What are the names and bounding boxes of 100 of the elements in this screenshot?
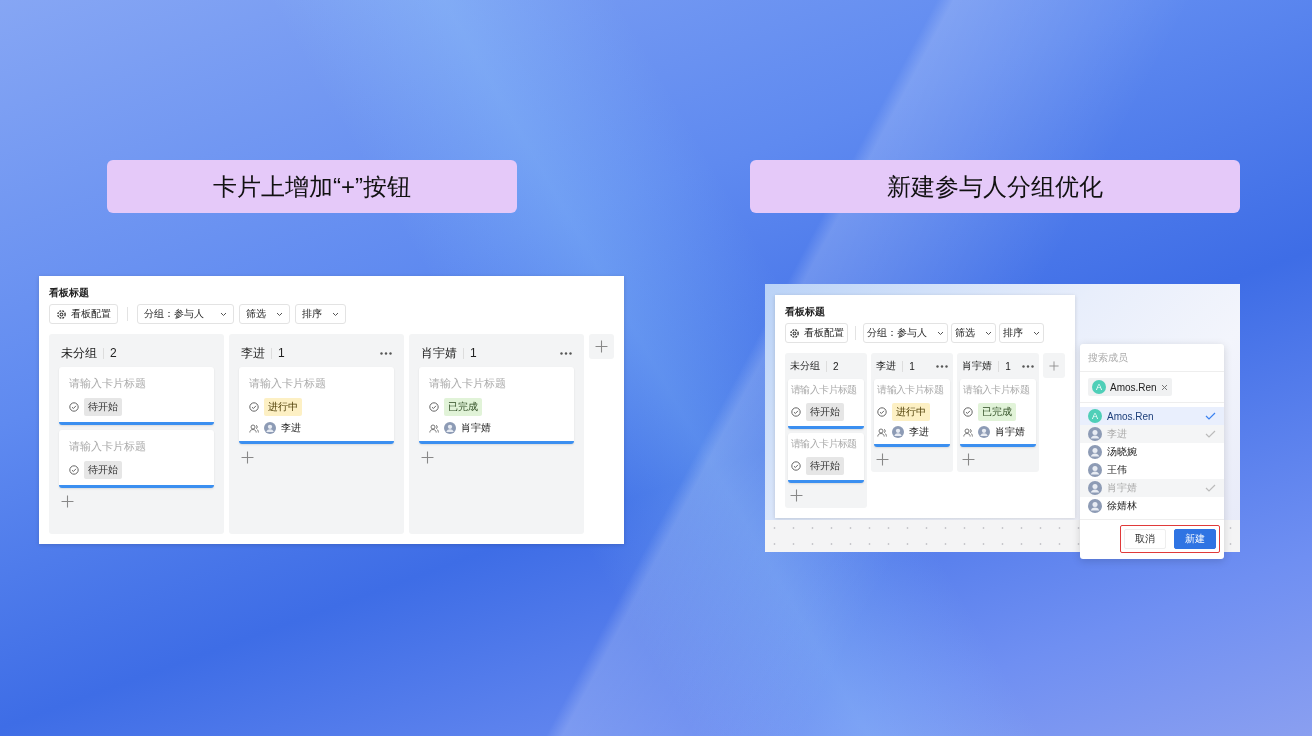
column-count: 2 [833, 360, 839, 372]
avatar-icon [444, 422, 456, 434]
gear-icon [56, 308, 67, 320]
member-name: 肖宇婧 [1107, 481, 1137, 495]
add-column-button[interactable] [589, 334, 614, 359]
sort-select[interactable]: 排序 [295, 304, 346, 324]
avatar-icon [892, 426, 905, 438]
card-title-field[interactable]: 请输入卡片标题 [249, 377, 384, 389]
plus-icon [876, 453, 890, 466]
avatar-icon [1088, 481, 1102, 495]
board-title: 看板标题 [49, 286, 90, 300]
slide-heading: 卡片上增加“+”按钮 [107, 160, 517, 213]
avatar-icon [1088, 463, 1102, 477]
group-select[interactable]: 分组：参与人 [137, 304, 234, 324]
caret-icon [1033, 330, 1040, 336]
member-row[interactable]: 王伟 [1080, 461, 1224, 479]
task-card[interactable]: 请输入卡片标题 已完成 肖宇婧 [960, 379, 1037, 447]
column-title: 李进 [241, 344, 265, 362]
card-title-field[interactable]: 请输入卡片标题 [69, 377, 204, 389]
card-title-field[interactable]: 请输入卡片标题 [791, 384, 862, 395]
status-circle-icon [69, 402, 79, 412]
task-card[interactable]: 请输入卡片标题 待开始 [788, 379, 865, 429]
more-icon[interactable] [560, 351, 572, 355]
create-button[interactable]: 新建 [1174, 529, 1216, 549]
status-circle-icon [963, 407, 974, 417]
caret-icon [276, 311, 283, 317]
member-name: 汤晓婉 [1107, 445, 1137, 459]
status-circle-icon [877, 407, 888, 417]
card-title-field[interactable]: 请输入卡片标题 [69, 440, 204, 452]
more-icon[interactable] [1022, 364, 1035, 368]
people-icon [963, 427, 974, 437]
avatar-letter: A [1088, 409, 1102, 423]
assignee-name: 肖宇婧 [461, 421, 491, 435]
avatar-icon [1088, 499, 1102, 513]
column-count: 1 [278, 346, 285, 360]
member-search-field[interactable]: 搜索成员 [1080, 344, 1224, 372]
member-row[interactable]: 汤晓婉 [1080, 443, 1224, 461]
close-icon[interactable] [1160, 383, 1168, 391]
add-card-button[interactable] [788, 487, 805, 504]
column-title: 未分组 [61, 344, 97, 362]
task-card[interactable]: 请输入卡片标题 已完成 肖宇婧 [419, 367, 574, 444]
column-title: 李进 [876, 359, 897, 373]
member-row[interactable]: 徐婧林 [1080, 497, 1224, 515]
filter-select[interactable]: 筛选 [239, 304, 290, 324]
card-title-field[interactable]: 请输入卡片标题 [877, 384, 948, 395]
assignee-name: 李进 [909, 425, 930, 439]
avatar-letter: A [1092, 380, 1106, 394]
group-select[interactable]: 分组：参与人 [863, 323, 948, 343]
caret-icon [937, 330, 944, 336]
status-circle-icon [791, 461, 801, 471]
more-icon[interactable] [936, 364, 949, 368]
column-count: 1 [470, 346, 477, 360]
caret-icon [332, 311, 339, 317]
column-count: 1 [909, 360, 915, 372]
add-card-button[interactable] [239, 449, 256, 466]
plus-icon [241, 451, 254, 464]
member-row[interactable]: A Amos.Ren [1080, 407, 1224, 425]
status-tag: 已完成 [978, 403, 1017, 421]
member-name: 王伟 [1107, 463, 1127, 477]
card-title-field[interactable]: 请输入卡片标题 [429, 377, 564, 389]
add-card-button[interactable] [419, 449, 436, 466]
add-card-button[interactable] [59, 493, 76, 510]
board-title: 看板标题 [785, 305, 826, 319]
status-tag: 待开始 [806, 457, 844, 475]
caret-icon [220, 311, 227, 317]
status-tag: 已完成 [444, 398, 482, 416]
task-card[interactable]: 请输入卡片标题 待开始 [788, 433, 865, 483]
card-title-field[interactable]: 请输入卡片标题 [791, 438, 862, 449]
status-circle-icon [429, 402, 439, 412]
plus-icon [421, 451, 434, 464]
board-settings-button[interactable]: 看板配置 [49, 304, 118, 324]
plus-icon [1049, 360, 1060, 371]
task-card[interactable]: 请输入卡片标题 进行中 李进 [239, 367, 394, 444]
column-title: 肖宇婧 [962, 359, 993, 373]
people-icon [429, 423, 439, 433]
board-settings-button[interactable]: 看板配置 [785, 323, 848, 343]
column-title: 肖宇婧 [421, 344, 457, 362]
status-tag: 进行中 [264, 398, 302, 416]
card-title-field[interactable]: 请输入卡片标题 [963, 384, 1034, 395]
status-tag: 待开始 [806, 403, 844, 421]
filter-select[interactable]: 筛选 [951, 323, 996, 343]
status-circle-icon [791, 407, 801, 417]
sort-select[interactable]: 排序 [999, 323, 1044, 343]
avatar-icon [264, 422, 276, 434]
more-icon[interactable] [380, 351, 392, 355]
cancel-button[interactable]: 取消 [1124, 529, 1166, 549]
task-card[interactable]: 请输入卡片标题 进行中 李进 [874, 379, 951, 447]
gear-icon [789, 327, 800, 339]
status-circle-icon [249, 402, 259, 412]
people-icon [877, 427, 888, 437]
caret-icon [985, 330, 992, 336]
chip-label: Amos.Ren [1110, 381, 1157, 393]
status-tag: 待开始 [84, 398, 122, 416]
plus-icon [790, 489, 803, 502]
assignee-name: 肖宇婧 [995, 425, 1026, 439]
task-card[interactable]: 请输入卡片标题 待开始 [59, 430, 214, 488]
task-card[interactable]: 请输入卡片标题 待开始 [59, 367, 214, 425]
status-tag: 待开始 [84, 461, 122, 479]
member-name: 徐婧林 [1107, 499, 1137, 513]
member-name: Amos.Ren [1107, 410, 1154, 422]
